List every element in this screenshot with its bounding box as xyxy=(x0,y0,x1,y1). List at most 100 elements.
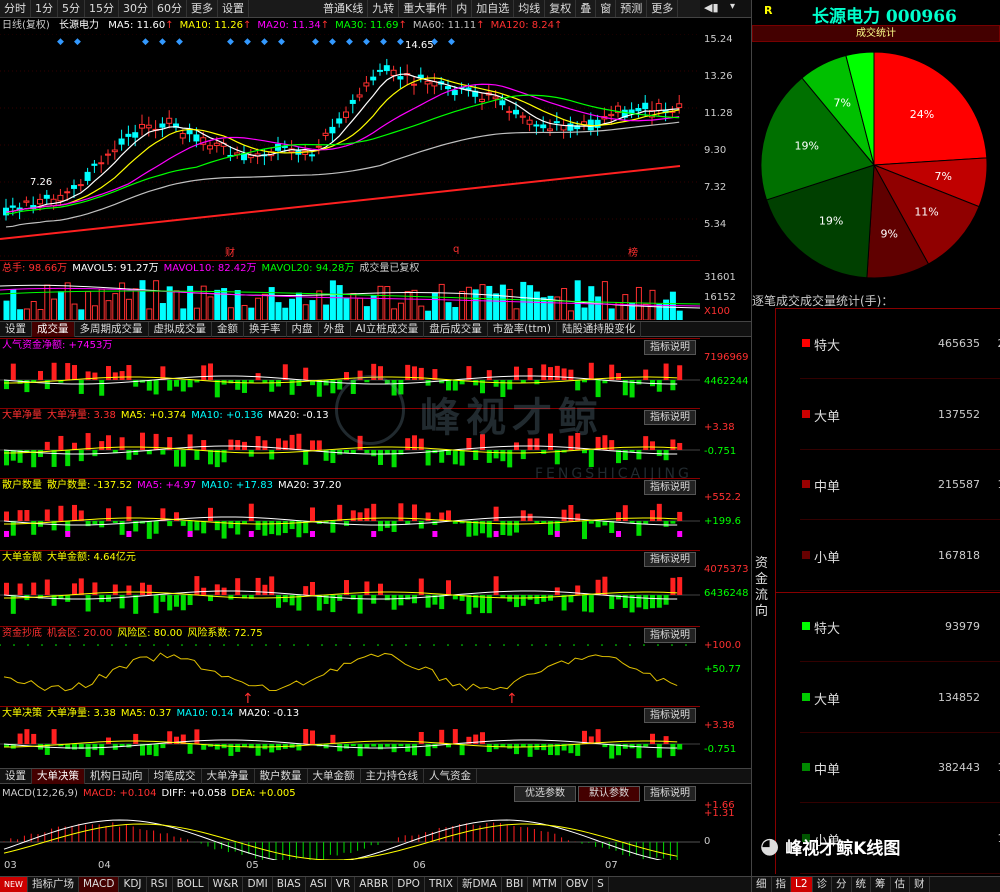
indicator-tab-10[interactable]: VR xyxy=(332,877,356,892)
p6-chart[interactable] xyxy=(0,722,700,766)
optimize-params-button[interactable]: 优选参数 xyxy=(514,786,576,802)
strategy-tab-8[interactable]: 人气资金 xyxy=(424,769,477,784)
volume-tab-3[interactable]: 虚拟成交量 xyxy=(149,322,212,337)
indicator-tab-11[interactable]: ARBR xyxy=(355,877,394,892)
event-marker-2[interactable]: 榜 xyxy=(628,244,638,259)
volume-tab-1[interactable]: 成交量 xyxy=(32,322,75,337)
period-tab-3[interactable]: 15分 xyxy=(85,0,119,17)
side-tab-2[interactable]: L2 xyxy=(791,877,813,892)
period-tab-6[interactable]: 更多 xyxy=(187,0,218,17)
tool-button-1[interactable]: 九转 xyxy=(368,0,400,17)
indicator-tab-18[interactable]: S xyxy=(593,877,609,892)
volume-tab-5[interactable]: 换手率 xyxy=(244,322,287,337)
indicator-tab-1[interactable]: 指标广场 xyxy=(28,877,79,892)
p5-help-button[interactable]: 指标说明 xyxy=(644,628,696,643)
expand-icon[interactable]: ◀▮ xyxy=(704,1,719,14)
indicator-tab-5[interactable]: BOLL xyxy=(173,877,209,892)
tool-button-2[interactable]: 重大事件 xyxy=(399,0,453,17)
indicator-tab-3[interactable]: KDJ xyxy=(119,877,147,892)
p1-help-button[interactable]: 指标说明 xyxy=(644,340,696,355)
indicator-tabs-bottom: 设置 大单决策 机构日动向 均笔成交 大单净量 散户数量 大单金额 主力持仓线 人气资金 xyxy=(0,768,752,784)
indicator-tab-4[interactable]: RSI xyxy=(147,877,173,892)
period-tab-2[interactable]: 5分 xyxy=(58,0,85,17)
volume-tab-7[interactable]: 外盘 xyxy=(319,322,351,337)
indicator-tab-8[interactable]: BIAS xyxy=(273,877,306,892)
side-tab-0[interactable]: 细 xyxy=(752,877,772,892)
indicator-bar xyxy=(140,582,145,595)
p6-help-button[interactable]: 指标说明 xyxy=(644,708,696,723)
volume-tab-2[interactable]: 多周期成交量 xyxy=(75,322,149,337)
strategy-tab-1[interactable]: 大单决策 xyxy=(32,769,85,784)
p4-help-button[interactable]: 指标说明 xyxy=(644,552,696,567)
strategy-tab-0[interactable]: 设置 xyxy=(0,769,32,784)
side-tab-8[interactable]: 财 xyxy=(910,877,930,892)
dropdown-arrow-icon[interactable]: ▾ xyxy=(730,1,735,12)
tool-button-10[interactable]: 更多 xyxy=(647,0,679,17)
side-tab-7[interactable]: 估 xyxy=(891,877,911,892)
p4-chart[interactable] xyxy=(0,566,700,624)
price-chart[interactable]: ◆ ◆ ◆ ◆ ◆ ◆ ◆ ◆ ◆ ◆ ◆ ◆ ◆ ◆ ◆ ◆ ◆ xyxy=(0,34,700,260)
strategy-tab-3[interactable]: 均笔成交 xyxy=(149,769,202,784)
indicator-tab-14[interactable]: 新DMA xyxy=(458,877,502,892)
strategy-tab-4[interactable]: 大单净量 xyxy=(202,769,255,784)
event-marker-1[interactable]: q xyxy=(453,244,459,255)
indicator-bar xyxy=(452,729,458,744)
volume-tab-0[interactable]: 设置 xyxy=(0,322,32,337)
side-tab-6[interactable]: 筹 xyxy=(871,877,891,892)
tool-button-5[interactable]: 均线 xyxy=(514,0,546,17)
default-params-button[interactable]: 默认参数 xyxy=(578,786,640,802)
event-marker-0[interactable]: 财 xyxy=(225,244,235,259)
price-axis: 15.24 13.26 11.28 9.30 7.32 5.34 xyxy=(700,34,752,260)
indicator-tab-17[interactable]: OBV xyxy=(562,877,594,892)
ma-line xyxy=(5,121,680,228)
p5-chart[interactable]: ↑ ↑ xyxy=(0,642,700,704)
indicator-tab-0[interactable]: NEW xyxy=(0,877,28,892)
volume-tab-11[interactable]: 陆股通持股变化 xyxy=(557,322,642,337)
indicator-tab-7[interactable]: DMI xyxy=(243,877,273,892)
indicator-tab-2[interactable]: MACD xyxy=(78,877,120,892)
side-tab-1[interactable]: 指 xyxy=(772,877,791,892)
side-tab-4[interactable]: 分 xyxy=(832,877,852,892)
indicator-tab-9[interactable]: ASI xyxy=(306,877,332,892)
axis-tick: -0.751 xyxy=(704,446,737,457)
volume-tab-6[interactable]: 内盘 xyxy=(287,322,319,337)
volume-tab-10[interactable]: 市盈率(ttm) xyxy=(488,322,557,337)
pie-label: 19% xyxy=(819,214,843,227)
strategy-tab-2[interactable]: 机构日动向 xyxy=(85,769,149,784)
volume-chart[interactable] xyxy=(0,276,700,320)
month-label: 05 xyxy=(246,860,259,871)
side-tab-3[interactable]: 诊 xyxy=(813,877,833,892)
period-tab-5[interactable]: 60分 xyxy=(153,0,187,17)
indicator-tab-13[interactable]: TRIX xyxy=(425,877,458,892)
indicator-tab-12[interactable]: DPO xyxy=(393,877,425,892)
tool-button-7[interactable]: 叠 xyxy=(576,0,597,17)
volume-bar xyxy=(255,297,262,320)
indicator-tab-6[interactable]: W&R xyxy=(209,877,244,892)
indicator-bar xyxy=(514,521,519,533)
period-tab-7[interactable]: 设置 xyxy=(218,0,249,17)
p5-axis: +100.0 +50.77 xyxy=(700,638,752,704)
tool-button-6[interactable]: 复权 xyxy=(545,0,577,17)
tool-button-8[interactable]: 窗 xyxy=(596,0,617,17)
strategy-tab-7[interactable]: 主力持仓线 xyxy=(361,769,424,784)
indicator-tab-15[interactable]: BBI xyxy=(502,877,529,892)
period-tab-1[interactable]: 1分 xyxy=(31,0,58,17)
strategy-tab-5[interactable]: 散户数量 xyxy=(255,769,308,784)
macd-chart[interactable] xyxy=(0,802,700,860)
p3-help-button[interactable]: 指标说明 xyxy=(644,480,696,495)
tool-button-9[interactable]: 预测 xyxy=(616,0,648,17)
period-tab-0[interactable]: 分时 xyxy=(0,0,31,17)
macd-indicator-help-button[interactable]: 指标说明 xyxy=(644,786,696,801)
period-tab-4[interactable]: 30分 xyxy=(119,0,153,17)
side-tab-5[interactable]: 统 xyxy=(852,877,872,892)
p3-chart[interactable] xyxy=(0,494,700,548)
indicator-tab-16[interactable]: MTM xyxy=(528,877,562,892)
volume-tab-4[interactable]: 金额 xyxy=(212,322,244,337)
tool-button-3[interactable]: 内 xyxy=(452,0,473,17)
volume-tab-9[interactable]: 盘后成交量 xyxy=(424,322,488,337)
p2-help-button[interactable]: 指标说明 xyxy=(644,410,696,425)
tool-button-0[interactable]: 普通K线 xyxy=(319,0,369,17)
strategy-tab-6[interactable]: 大单金额 xyxy=(308,769,361,784)
volume-tab-8[interactable]: AI立桩成交量 xyxy=(351,322,425,337)
tool-button-4[interactable]: 加自选 xyxy=(472,0,515,17)
